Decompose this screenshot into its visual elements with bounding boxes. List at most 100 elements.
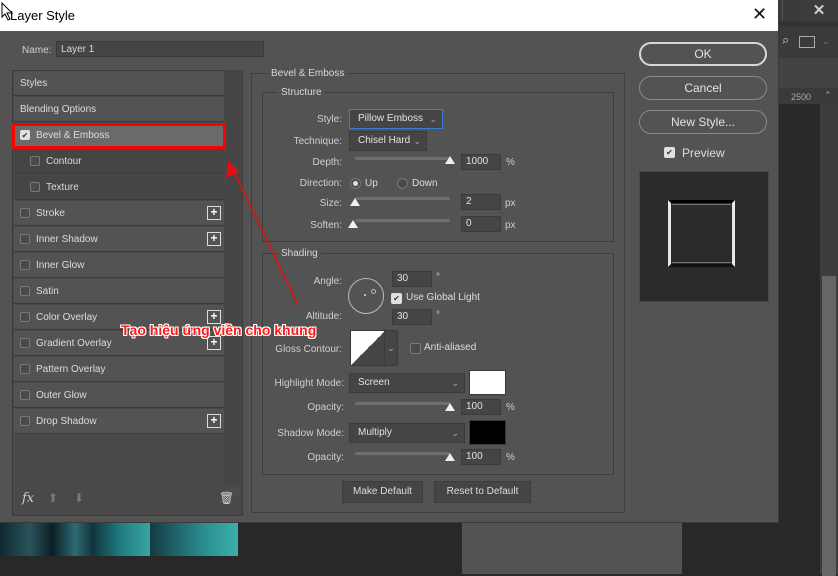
canvas-photo-2 — [150, 520, 238, 556]
size-label: Size: — [319, 198, 342, 209]
annotation-highlight-box — [12, 123, 226, 149]
style-checkbox[interactable] — [20, 312, 30, 322]
shadow-color-swatch[interactable] — [469, 420, 506, 445]
angle-dial-center — [364, 294, 366, 296]
style-checkbox[interactable] — [20, 390, 30, 400]
style-item-label: Satin — [36, 285, 59, 297]
style-checkbox[interactable] — [20, 234, 30, 244]
styles-list-scrollbar[interactable] — [225, 70, 241, 484]
technique-label: Technique: — [293, 136, 342, 147]
shading-title: Shading — [278, 248, 321, 259]
app-close-button[interactable]: ✕ — [800, 0, 838, 20]
style-item-label: Gradient Overlay — [36, 337, 112, 349]
shadow-opacity-label: Opacity: — [307, 452, 344, 463]
style-dropdown[interactable]: Pillow Emboss ⌄ — [349, 109, 443, 129]
altitude-input[interactable]: 30 — [392, 309, 432, 325]
shadow-mode-label: Shadow Mode: — [277, 428, 344, 439]
preview-label: Preview — [682, 146, 725, 160]
workspace-icon[interactable] — [799, 36, 815, 48]
close-icon[interactable]: ✕ — [752, 4, 767, 25]
blending-options[interactable]: Blending Options — [14, 97, 224, 122]
styles-header[interactable]: Styles — [14, 71, 224, 96]
trash-icon[interactable]: 🗑 — [219, 491, 234, 505]
highlight-color-swatch[interactable] — [469, 370, 506, 395]
global-light-checkbox[interactable]: ✔ — [391, 293, 402, 304]
cancel-button[interactable]: Cancel — [639, 76, 767, 100]
style-checkbox[interactable] — [20, 208, 30, 218]
shadow-opacity-slider[interactable] — [355, 452, 450, 455]
ok-button[interactable]: OK — [639, 42, 767, 66]
reset-to-default-button[interactable]: Reset to Default — [434, 481, 531, 503]
direction-up-radio[interactable] — [350, 178, 361, 189]
style-item-satin[interactable]: Satin — [14, 279, 224, 304]
direction-down-label: Down — [412, 178, 438, 189]
direction-down-radio[interactable] — [397, 178, 408, 189]
depth-slider[interactable] — [355, 157, 450, 160]
scrollbar-thumb[interactable] — [822, 276, 836, 576]
chevron-down-icon[interactable]: ⌄ — [822, 36, 830, 47]
style-item-label: Contour — [46, 155, 82, 167]
shadow-mode-dropdown[interactable]: Multiply ⌄ — [349, 423, 465, 443]
soften-unit: px — [505, 220, 516, 231]
name-field[interactable]: Layer 1 — [56, 41, 264, 57]
app-restore-button[interactable] — [782, 0, 801, 20]
style-checkbox[interactable] — [20, 364, 30, 374]
style-item-label: Drop Shadow — [36, 415, 97, 427]
angle-dial[interactable] — [348, 278, 384, 314]
search-icon[interactable]: ⌕ — [782, 32, 789, 48]
new-style-button[interactable]: New Style... — [639, 110, 767, 134]
style-checkbox[interactable] — [20, 260, 30, 270]
angle-dial-handle[interactable] — [371, 289, 376, 294]
style-item-drop-shadow[interactable]: Drop Shadow + — [14, 409, 224, 434]
highlight-opacity-slider[interactable] — [355, 402, 450, 405]
style-item-outer-glow[interactable]: Outer Glow — [14, 383, 224, 408]
style-checkbox[interactable] — [20, 286, 30, 296]
size-input[interactable]: 2 — [461, 194, 501, 210]
add-instance-icon[interactable]: + — [207, 414, 221, 428]
chevron-up-icon[interactable]: ⌃ — [824, 90, 832, 101]
style-item-stroke[interactable]: Stroke + — [14, 201, 224, 226]
global-light-label: Use Global Light — [406, 292, 480, 303]
style-item-contour[interactable]: Contour — [14, 149, 224, 174]
document-tab-strip — [778, 58, 838, 88]
size-slider[interactable] — [355, 197, 450, 200]
chevron-down-icon: ⌄ — [451, 378, 459, 388]
style-label: Style: — [316, 114, 342, 125]
style-checkbox[interactable] — [20, 416, 30, 426]
style-checkbox[interactable] — [30, 182, 40, 192]
chevron-down-icon: ⌄ — [413, 136, 421, 146]
add-instance-icon[interactable]: + — [207, 206, 221, 220]
anti-aliased-checkbox[interactable] — [410, 343, 421, 354]
depth-input[interactable]: 1000 — [461, 154, 501, 170]
add-instance-icon[interactable]: + — [207, 232, 221, 246]
angle-input[interactable]: 30 — [392, 271, 432, 287]
anti-aliased-label: Anti-aliased — [424, 342, 477, 353]
style-item-inner-glow[interactable]: Inner Glow — [14, 253, 224, 278]
chevron-down-icon[interactable]: ⌄ — [384, 330, 398, 366]
style-item-pattern-overlay[interactable]: Pattern Overlay — [14, 357, 224, 382]
highlight-mode-label: Highlight Mode: — [274, 378, 344, 389]
move-up-icon[interactable]: ⬆ — [48, 491, 58, 505]
add-instance-icon[interactable]: + — [207, 336, 221, 350]
angle-label: Angle: — [313, 276, 342, 287]
shadow-opacity-input[interactable]: 100 — [461, 449, 501, 465]
move-down-icon[interactable]: ⬇ — [74, 491, 84, 505]
highlight-opacity-input[interactable]: 100 — [461, 399, 501, 415]
technique-dropdown[interactable]: Chisel Hard ⌄ — [349, 131, 427, 151]
soften-input[interactable]: 0 — [461, 216, 501, 232]
style-checkbox[interactable] — [20, 338, 30, 348]
highlight-mode-dropdown[interactable]: Screen ⌄ — [349, 373, 465, 393]
make-default-button[interactable]: Make Default — [342, 481, 423, 503]
style-item-label: Inner Glow — [36, 259, 85, 271]
angle-degree: ° — [436, 272, 440, 283]
style-item-inner-shadow[interactable]: Inner Shadow + — [14, 227, 224, 252]
soften-slider[interactable] — [355, 219, 450, 222]
style-checkbox[interactable] — [30, 156, 40, 166]
preview-checkbox[interactable]: ✔ — [664, 147, 675, 158]
gloss-contour-picker[interactable] — [350, 330, 386, 366]
annotation-text: Tạo hiệu ứng viền cho khung — [121, 322, 317, 338]
style-item-label: Pattern Overlay — [36, 363, 106, 375]
fx-icon[interactable]: fx — [22, 491, 34, 506]
style-item-label: Outer Glow — [36, 389, 87, 401]
style-item-texture[interactable]: Texture — [14, 175, 224, 200]
